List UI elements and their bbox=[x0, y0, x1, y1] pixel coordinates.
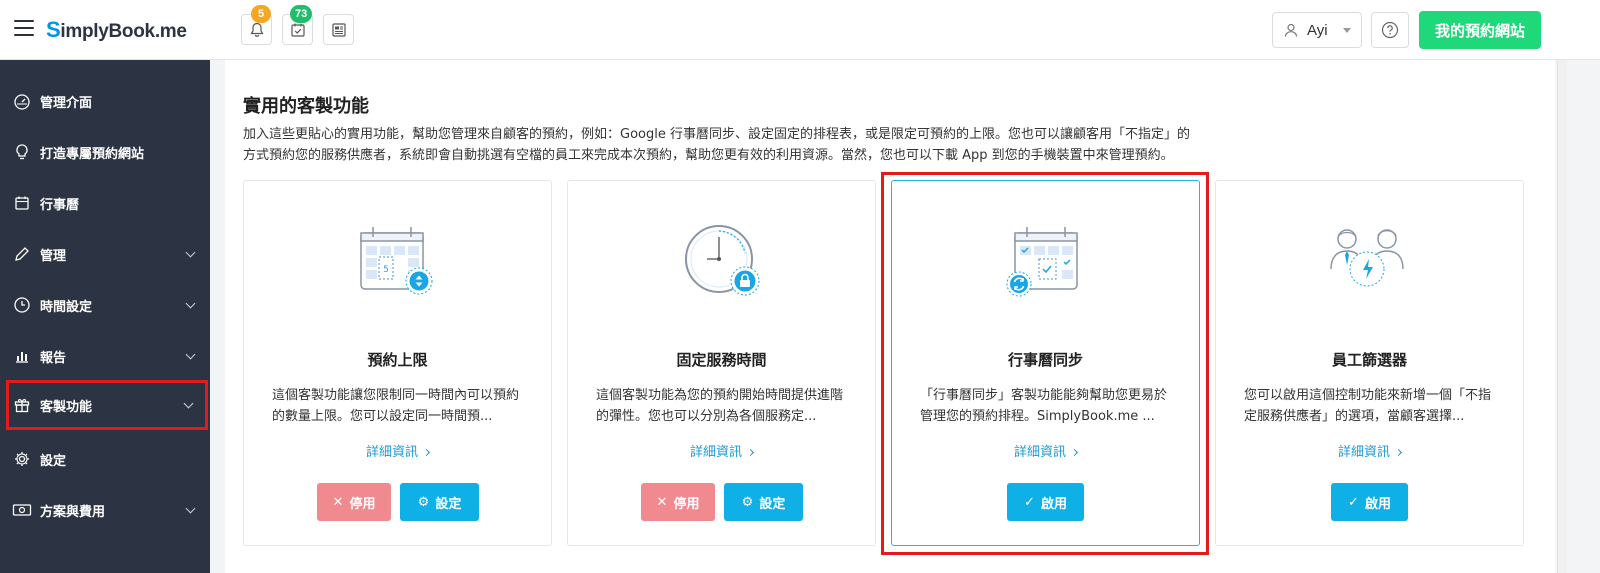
enable-button[interactable]: ✓ 啟用 bbox=[1007, 483, 1084, 521]
sidebar-item-label: 行事曆 bbox=[40, 197, 80, 213]
notifications-badge: 5 bbox=[251, 5, 271, 23]
clock-lock-icon bbox=[684, 225, 759, 296]
disable-button[interactable]: ✕ 停用 bbox=[641, 483, 715, 521]
check-icon: ✓ bbox=[1348, 494, 1359, 510]
details-link[interactable]: 詳細資訊 bbox=[1216, 441, 1523, 460]
calendar-limit-icon: 5 bbox=[359, 227, 432, 295]
settings-button[interactable]: ⚙ 設定 bbox=[400, 483, 479, 521]
help-button[interactable] bbox=[1371, 12, 1409, 48]
chevron-down-icon bbox=[185, 349, 196, 360]
top-bar: SimplyBook.me 5 73 Ayi 我的預約網站 bbox=[0, 0, 1600, 60]
disable-button[interactable]: ✕ 停用 bbox=[317, 483, 391, 521]
calendar-check-icon bbox=[290, 23, 305, 37]
bookings-badge: 73 bbox=[290, 5, 313, 23]
sidebar-item-time-settings[interactable]: 時間設定 bbox=[0, 280, 210, 330]
sidebar-item-label: 設定 bbox=[40, 453, 67, 469]
gift-icon bbox=[12, 395, 32, 415]
gear-icon bbox=[12, 449, 32, 469]
feature-card-calendar-sync: 行事曆同步 「行事曆同步」客製功能能夠幫助您更易於管理您的預約排程。Simply… bbox=[891, 180, 1200, 546]
check-icon: ✓ bbox=[1024, 494, 1035, 510]
page-scrollbar[interactable] bbox=[1557, 60, 1567, 573]
chevron-right-icon bbox=[1070, 448, 1079, 457]
news-button[interactable] bbox=[323, 14, 354, 45]
user-menu-dropdown[interactable]: Ayi bbox=[1272, 12, 1362, 48]
bell-icon bbox=[249, 22, 264, 37]
bar-chart-icon bbox=[12, 346, 32, 366]
sidebar-item-label: 時間設定 bbox=[40, 299, 93, 315]
x-icon: ✕ bbox=[656, 494, 668, 510]
chevron-right-icon bbox=[1394, 448, 1403, 457]
sidebar-item-label: 管理 bbox=[40, 248, 67, 264]
card-title: 固定服務時間 bbox=[676, 351, 767, 369]
sidebar-item-calendar[interactable]: 行事曆 bbox=[0, 178, 210, 228]
sidebar-item-label: 報告 bbox=[40, 350, 67, 366]
feature-card-staff-filter: 員工篩選器 您可以啟用這個控制功能來新增一個「不指定服務供應者」的選項，當顧客選… bbox=[1215, 180, 1524, 546]
description-line: 加入這些更貼心的實用功能，幫助您管理來自顧客的預約，例如：Google 行事曆同… bbox=[243, 127, 1190, 142]
sidebar-item-dashboard[interactable]: 管理介面 bbox=[0, 76, 210, 126]
card-description: 「行事曆同步」客製功能能夠幫助您更易於管理您的預約排程。SimplyBook.m… bbox=[920, 388, 1168, 424]
sidebar-item-label: 管理介面 bbox=[40, 95, 93, 111]
card-title: 行事曆同步 bbox=[1007, 351, 1083, 369]
chevron-right-icon bbox=[746, 448, 755, 457]
pencil-icon bbox=[12, 244, 32, 264]
question-circle-icon bbox=[1381, 21, 1399, 39]
simplybook-logo[interactable]: SimplyBook.me bbox=[46, 17, 187, 43]
svg-text:5: 5 bbox=[383, 265, 389, 275]
section-title: 實用的客製功能 bbox=[243, 96, 369, 117]
feature-card-booking-limit: 5 預約上限 這個客製功能讓您限制同一時間內可以預約的數量上限。您可以設定同一時… bbox=[243, 180, 552, 546]
hamburger-menu-icon[interactable] bbox=[14, 20, 34, 36]
chevron-down-icon bbox=[185, 247, 196, 258]
sidebar-item-label: 打造專屬預約網站 bbox=[40, 146, 145, 162]
chevron-right-icon bbox=[422, 448, 431, 457]
details-link[interactable]: 詳細資訊 bbox=[244, 441, 551, 460]
sidebar-item-manage[interactable]: 管理 bbox=[0, 229, 210, 279]
sidebar-item-reports[interactable]: 報告 bbox=[0, 331, 210, 381]
enable-button[interactable]: ✓ 啟用 bbox=[1331, 483, 1408, 521]
sidebar-item-settings[interactable]: 設定 bbox=[0, 434, 210, 484]
chevron-down-icon bbox=[183, 398, 194, 409]
section-description: 加入這些更貼心的實用功能，幫助您管理來自顧客的預約，例如：Google 行事曆同… bbox=[243, 124, 1283, 166]
card-title: 預約上限 bbox=[367, 351, 428, 369]
clock-icon bbox=[12, 295, 32, 315]
card-title: 員工篩選器 bbox=[1331, 351, 1407, 369]
details-link[interactable]: 詳細資訊 bbox=[568, 441, 875, 460]
description-line: 方式預約您的服務供應者，系統即會自動挑選有空檔的員工來完成本次預約，幫助您更有效… bbox=[243, 148, 1174, 163]
my-booking-site-button[interactable]: 我的預約網站 bbox=[1419, 11, 1541, 49]
calendar-sync-icon bbox=[1006, 227, 1078, 297]
settings-button[interactable]: ⚙ 設定 bbox=[724, 483, 803, 521]
calendar-icon bbox=[12, 193, 32, 213]
sidebar: 管理介面 打造專屬預約網站 行事曆 管理 時間設定 報告 客製功能 設定 方案與… bbox=[0, 60, 210, 573]
money-icon bbox=[12, 500, 32, 520]
sidebar-item-label: 客製功能 bbox=[40, 399, 93, 415]
notifications-button[interactable]: 5 bbox=[241, 5, 272, 45]
staff-filter-icon bbox=[1329, 229, 1404, 287]
sidebar-item-label: 方案與費用 bbox=[40, 504, 106, 520]
bookings-button[interactable]: 73 bbox=[282, 5, 313, 45]
sidebar-item-plans-pricing[interactable]: 方案與費用 bbox=[0, 485, 210, 535]
sidebar-item-build-site[interactable]: 打造專屬預約網站 bbox=[0, 127, 210, 177]
user-icon bbox=[1284, 23, 1298, 37]
card-description: 這個客製功能讓您限制同一時間內可以預約的數量上限。您可以設定同一時間預... bbox=[272, 388, 520, 424]
details-link[interactable]: 詳細資訊 bbox=[892, 441, 1199, 460]
gear-icon: ⚙ bbox=[741, 494, 754, 510]
gear-icon: ⚙ bbox=[417, 494, 430, 510]
lightbulb-icon bbox=[12, 142, 32, 162]
chevron-down-icon bbox=[185, 503, 196, 514]
sidebar-item-custom-features[interactable]: 客製功能 bbox=[6, 380, 208, 430]
card-description: 您可以啟用這個控制功能來新增一個「不指定服務供應者」的選項，當顧客選擇... bbox=[1244, 388, 1492, 424]
caret-down-icon bbox=[1343, 28, 1351, 33]
user-name: Ayi bbox=[1307, 21, 1328, 39]
chevron-down-icon bbox=[185, 298, 196, 309]
feature-card-fixed-service-time: 固定服務時間 這個客製功能為您的預約開始時間提供進階的彈性。您也可以分別為各個服… bbox=[567, 180, 876, 546]
newspaper-icon bbox=[331, 22, 346, 37]
x-icon: ✕ bbox=[332, 494, 344, 510]
card-description: 這個客製功能為您的預約開始時間提供進階的彈性。您也可以分別為各個服務定... bbox=[596, 388, 844, 424]
dashboard-icon bbox=[12, 91, 32, 111]
